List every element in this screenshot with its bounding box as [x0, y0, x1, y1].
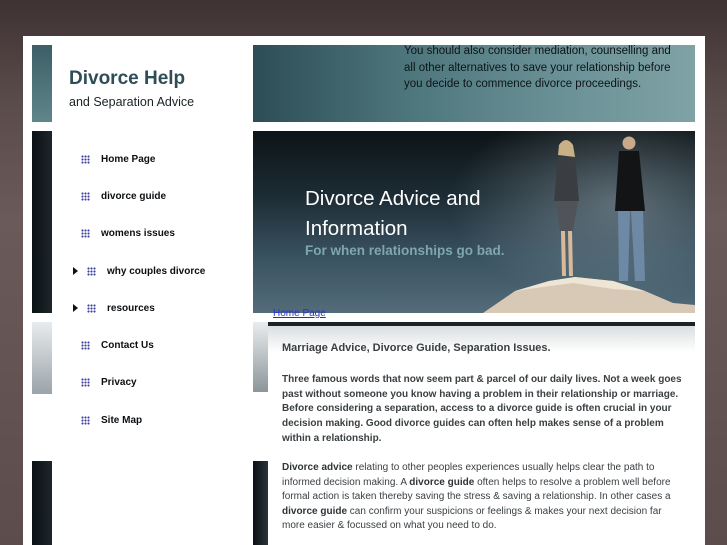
nav-item-label: womens issues [101, 227, 175, 239]
expand-arrow-icon[interactable] [73, 267, 78, 275]
grid-icon [81, 415, 90, 425]
grid-icon [81, 340, 90, 350]
content-heading: Marriage Advice, Divorce Guide, Separati… [282, 342, 551, 354]
left-accent-strip-dark [32, 131, 52, 313]
nav-item-resources[interactable]: resources [73, 298, 155, 318]
keyword-divorce-guide: divorce guide [409, 476, 475, 488]
breadcrumb-home-link[interactable]: Home Page [273, 308, 326, 319]
nav-item-label: Contact Us [101, 339, 154, 351]
woman-figure [554, 140, 579, 276]
nav-item-site-map[interactable]: Site Map [81, 410, 142, 430]
body-paragraph: Divorce advice relating to other peoples… [282, 461, 682, 534]
expand-arrow-icon[interactable] [73, 304, 78, 312]
header-message: You should also consider mediation, coun… [404, 45, 671, 91]
left-accent-strip-silver [32, 322, 52, 394]
keyword-divorce-guide: divorce guide [282, 505, 348, 517]
nav-item-label: divorce guide [101, 190, 167, 202]
hero-title: Divorce Advice and Information [305, 187, 481, 240]
hero-subtitle: For when relationships go bad. [305, 243, 505, 258]
left-accent-strip-bottom [32, 461, 52, 545]
nav-item-label: Home Page [101, 153, 156, 165]
nav-item-home[interactable]: Home Page [81, 149, 155, 169]
nav-item-divorce-guide[interactable]: divorce guide [81, 186, 166, 206]
man-figure [615, 136, 645, 281]
grid-icon [87, 303, 96, 313]
site-title[interactable]: Divorce Help [69, 68, 185, 90]
nav-item-label: resources [107, 302, 155, 314]
grid-icon [81, 377, 90, 387]
nav-item-privacy[interactable]: Privacy [81, 372, 137, 392]
nav-item-contact-us[interactable]: Contact Us [81, 335, 154, 355]
content-accent-bar-bottom [253, 461, 268, 545]
keyword-divorce-advice: Divorce advice [282, 462, 353, 473]
content-accent-bar [253, 322, 268, 392]
nav-item-label: Privacy [101, 376, 137, 388]
nav-item-label: Site Map [101, 414, 143, 426]
nav-item-label: why couples divorce [107, 265, 206, 277]
nav-item-why-couples-divorce[interactable]: why couples divorce [73, 261, 205, 281]
left-accent-strip-top [32, 45, 52, 122]
grid-icon [81, 228, 90, 238]
grid-icon [87, 266, 96, 276]
intro-paragraph: Three famous words that now seem part & … [282, 374, 682, 444]
grid-icon [81, 191, 90, 201]
nav-item-womens-issues[interactable]: womens issues [81, 223, 175, 243]
site-subtitle: and Separation Advice [69, 95, 195, 109]
grid-icon [81, 154, 90, 164]
